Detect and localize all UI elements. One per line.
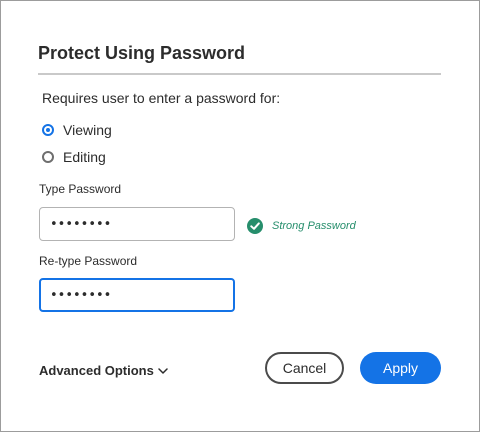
- password-strength: Strong Password: [247, 218, 356, 234]
- radio-editing-indicator[interactable]: [42, 151, 54, 163]
- radio-viewing-label: Viewing: [63, 122, 112, 138]
- check-circle-icon: [247, 218, 263, 234]
- advanced-options-toggle[interactable]: Advanced Options: [39, 363, 168, 378]
- chevron-down-icon: [158, 367, 168, 374]
- strength-text: Strong Password: [272, 220, 356, 232]
- type-password-input[interactable]: [39, 207, 235, 241]
- apply-button[interactable]: Apply: [360, 352, 441, 384]
- retype-password-input[interactable]: [39, 278, 235, 312]
- dialog-title: Protect Using Password: [38, 43, 246, 63]
- title-divider: [38, 73, 441, 75]
- cancel-button[interactable]: Cancel: [265, 352, 344, 384]
- radio-viewing-indicator[interactable]: [42, 124, 54, 136]
- retype-password-label: Re-type Password: [39, 254, 138, 268]
- requires-text: Requires user to enter a password for:: [42, 90, 281, 106]
- advanced-options-label: Advanced Options: [39, 363, 154, 378]
- protect-password-dialog: Protect Using Password Requires user to …: [0, 0, 480, 432]
- radio-editing[interactable]: Editing: [42, 149, 106, 165]
- radio-viewing[interactable]: Viewing: [42, 122, 112, 138]
- type-password-label: Type Password: [39, 182, 122, 196]
- radio-editing-label: Editing: [63, 149, 106, 165]
